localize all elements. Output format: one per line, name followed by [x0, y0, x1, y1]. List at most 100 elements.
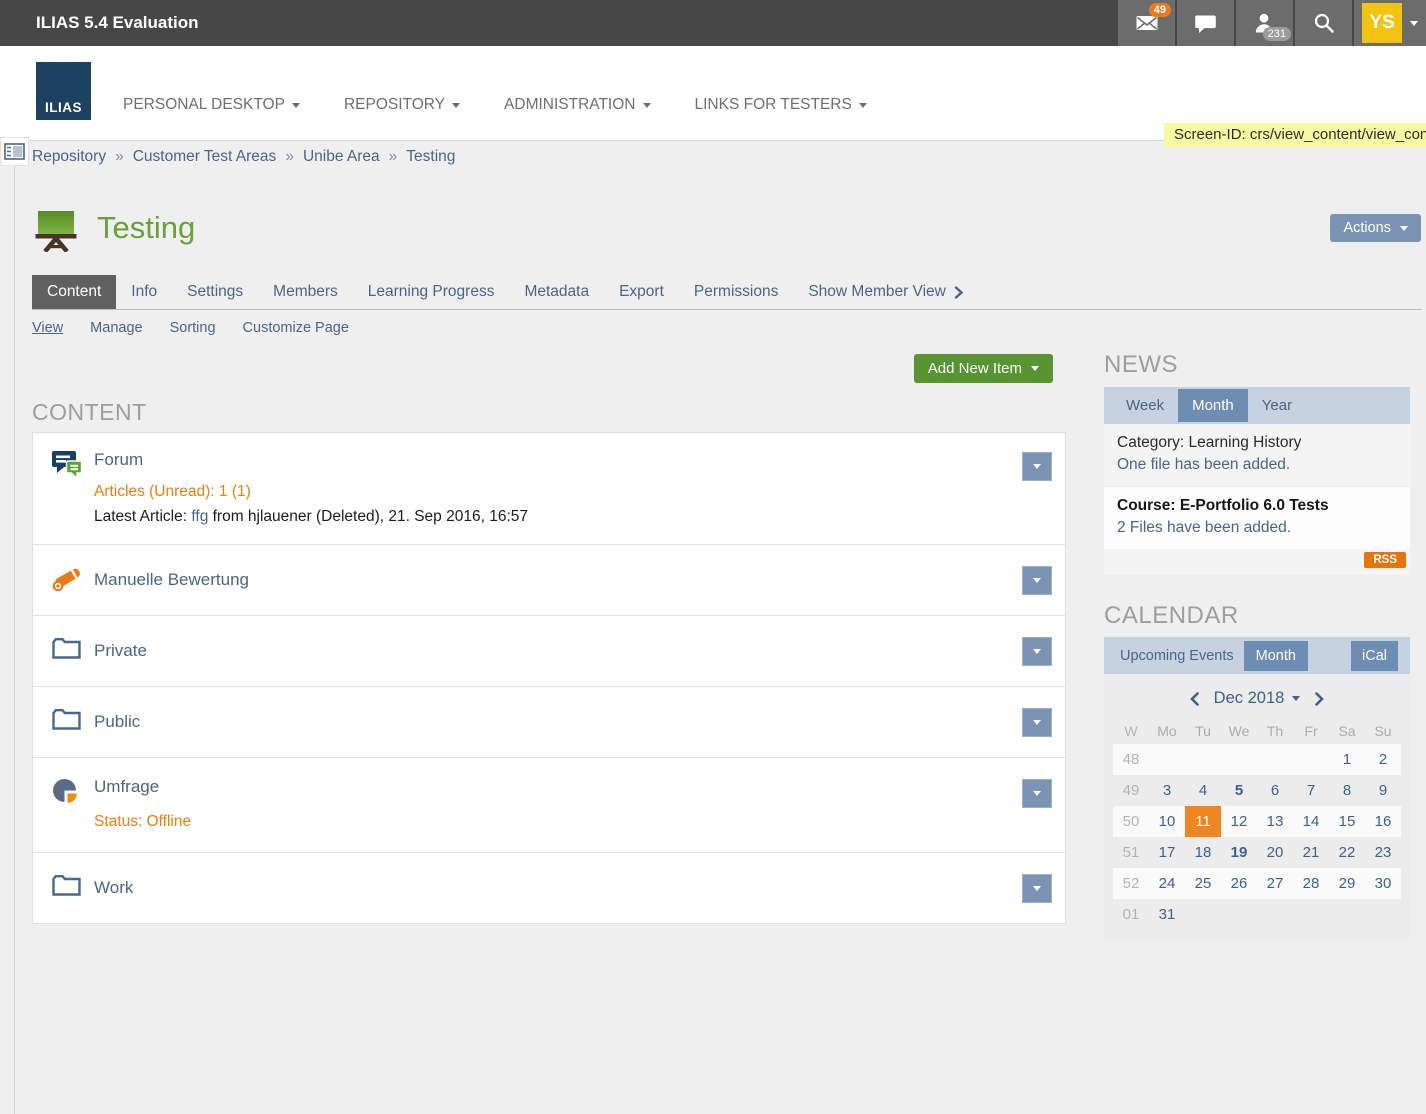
chevron-down-icon [859, 103, 867, 108]
course-icon [32, 204, 80, 252]
breadcrumb-item-repository[interactable]: Repository [32, 148, 106, 165]
tab-show-member-view[interactable]: Show Member View [793, 275, 978, 309]
news-tab-month[interactable]: Month [1178, 389, 1248, 422]
ilias-logo[interactable]: ILIAS [36, 62, 91, 120]
tab-learning-progress[interactable]: Learning Progress [353, 275, 510, 309]
next-month-button[interactable] [1315, 692, 1324, 706]
item-dropdown-button[interactable] [1022, 779, 1052, 808]
item-dropdown-button[interactable] [1022, 637, 1052, 666]
chat-icon [1194, 13, 1217, 34]
day-cell[interactable]: 26 [1221, 868, 1257, 899]
month-selector[interactable]: Dec 2018 [1214, 689, 1301, 708]
news-item-title: Category: Learning History [1117, 434, 1397, 452]
day-cell[interactable]: 3 [1149, 775, 1185, 806]
day-cell[interactable]: 30 [1365, 868, 1401, 899]
news-tab-week[interactable]: Week [1112, 389, 1178, 422]
item-title-link[interactable]: Manuelle Bewertung [94, 570, 249, 590]
subtab-sorting[interactable]: Sorting [170, 320, 216, 336]
day-cell[interactable]: 21 [1293, 837, 1329, 868]
item-title-link[interactable]: Private [94, 641, 147, 661]
nav-item-repository[interactable]: REPOSITORY [344, 96, 460, 114]
item-title-link[interactable]: Public [94, 712, 140, 732]
breadcrumb-separator: » [389, 148, 398, 165]
calendar-week-row: 5224252627282930 [1113, 868, 1401, 899]
day-cell[interactable]: 5 [1221, 775, 1257, 806]
day-cell[interactable]: 23 [1365, 837, 1401, 868]
breadcrumb-item-customer-test-areas[interactable]: Customer Test Areas [133, 148, 277, 165]
news-tab-year[interactable]: Year [1248, 389, 1306, 422]
day-cell[interactable]: 27 [1257, 868, 1293, 899]
members-button[interactable]: 231 [1236, 0, 1293, 46]
day-cell[interactable]: 14 [1293, 806, 1329, 837]
ical-button[interactable]: iCal [1351, 641, 1398, 671]
item-title-link[interactable]: Umfrage [94, 777, 159, 797]
prev-month-button[interactable] [1190, 692, 1199, 706]
search-button[interactable] [1295, 0, 1352, 46]
day-cell[interactable]: 11 [1185, 806, 1221, 837]
mail-button[interactable]: 49 [1118, 0, 1175, 46]
item-dropdown-button[interactable] [1022, 566, 1052, 595]
item-title-link[interactable]: Forum [94, 450, 143, 470]
chevron-down-icon [452, 103, 460, 108]
subtab-customize-page[interactable]: Customize Page [243, 320, 349, 336]
tab-export[interactable]: Export [604, 275, 679, 309]
user-menu-button[interactable]: YS [1354, 0, 1426, 46]
tab-permissions[interactable]: Permissions [679, 275, 793, 309]
tab-members[interactable]: Members [258, 275, 353, 309]
day-cell[interactable]: 4 [1185, 775, 1221, 806]
item-icon-col [51, 706, 94, 738]
item-dropdown-button[interactable] [1022, 452, 1052, 481]
day-cell[interactable]: 7 [1293, 775, 1329, 806]
subtab-view[interactable]: View [32, 320, 63, 336]
day-cell[interactable]: 19 [1221, 837, 1257, 868]
day-cell[interactable]: 17 [1149, 837, 1185, 868]
avatar[interactable]: YS [1362, 3, 1402, 43]
tree-view-toggle[interactable] [0, 137, 29, 166]
day-cell[interactable]: 1 [1329, 744, 1365, 775]
chevron-down-icon [1033, 791, 1041, 796]
day-cell[interactable]: 20 [1257, 837, 1293, 868]
day-cell[interactable]: 15 [1329, 806, 1365, 837]
day-cell[interactable]: 12 [1221, 806, 1257, 837]
nav-item-links-for-testers[interactable]: LINKS FOR TESTERS [695, 96, 867, 114]
item-dropdown-button[interactable] [1022, 874, 1052, 903]
day-cell[interactable]: 8 [1329, 775, 1365, 806]
upcoming-events-link[interactable]: Upcoming Events [1120, 648, 1234, 664]
item-dropdown-button[interactable] [1022, 708, 1052, 737]
rss-button[interactable]: RSS [1364, 552, 1406, 568]
chevron-down-icon [643, 103, 651, 108]
breadcrumb-item-unibe-area[interactable]: Unibe Area [303, 148, 380, 165]
day-cell[interactable]: 9 [1365, 775, 1401, 806]
day-cell[interactable]: 16 [1365, 806, 1401, 837]
add-new-item-button[interactable]: Add New Item [914, 354, 1053, 383]
breadcrumb-item-testing[interactable]: Testing [406, 148, 455, 165]
news-item-link[interactable]: One file has been added. [1117, 456, 1397, 474]
tab-settings[interactable]: Settings [172, 275, 258, 309]
day-cell[interactable]: 24 [1149, 868, 1185, 899]
day-cell[interactable]: 22 [1329, 837, 1365, 868]
day-cell[interactable]: 2 [1365, 744, 1401, 775]
tab-content[interactable]: Content [32, 275, 116, 309]
nav-item-administration[interactable]: ADMINISTRATION [504, 96, 650, 114]
main-content: Testing Actions Content Info Settings Me… [0, 204, 1426, 940]
actions-button[interactable]: Actions [1330, 214, 1421, 242]
subtab-manage[interactable]: Manage [90, 320, 142, 336]
nav-item-personal-desktop[interactable]: PERSONAL DESKTOP [123, 96, 300, 114]
calendar-month-button[interactable]: Month [1244, 641, 1308, 671]
item-body: Work [94, 878, 1022, 898]
item-title-link[interactable]: Work [94, 878, 133, 898]
tab-info[interactable]: Info [116, 275, 172, 309]
day-cell[interactable]: 25 [1185, 868, 1221, 899]
tab-metadata[interactable]: Metadata [509, 275, 604, 309]
day-cell[interactable]: 31 [1149, 899, 1185, 930]
day-cell[interactable]: 18 [1185, 837, 1221, 868]
news-item-link[interactable]: 2 Files have been added. [1117, 519, 1397, 537]
day-cell[interactable]: 28 [1293, 868, 1329, 899]
chat-button[interactable] [1177, 0, 1234, 46]
day-cell[interactable]: 29 [1329, 868, 1365, 899]
day-cell[interactable]: 6 [1257, 775, 1293, 806]
day-cell[interactable]: 13 [1257, 806, 1293, 837]
day-cell[interactable]: 10 [1149, 806, 1185, 837]
calendar-grid: WMoTuWeThFrSaSu4812493456789501011121314… [1113, 718, 1401, 930]
latest-article-link[interactable]: ffg [191, 508, 208, 525]
